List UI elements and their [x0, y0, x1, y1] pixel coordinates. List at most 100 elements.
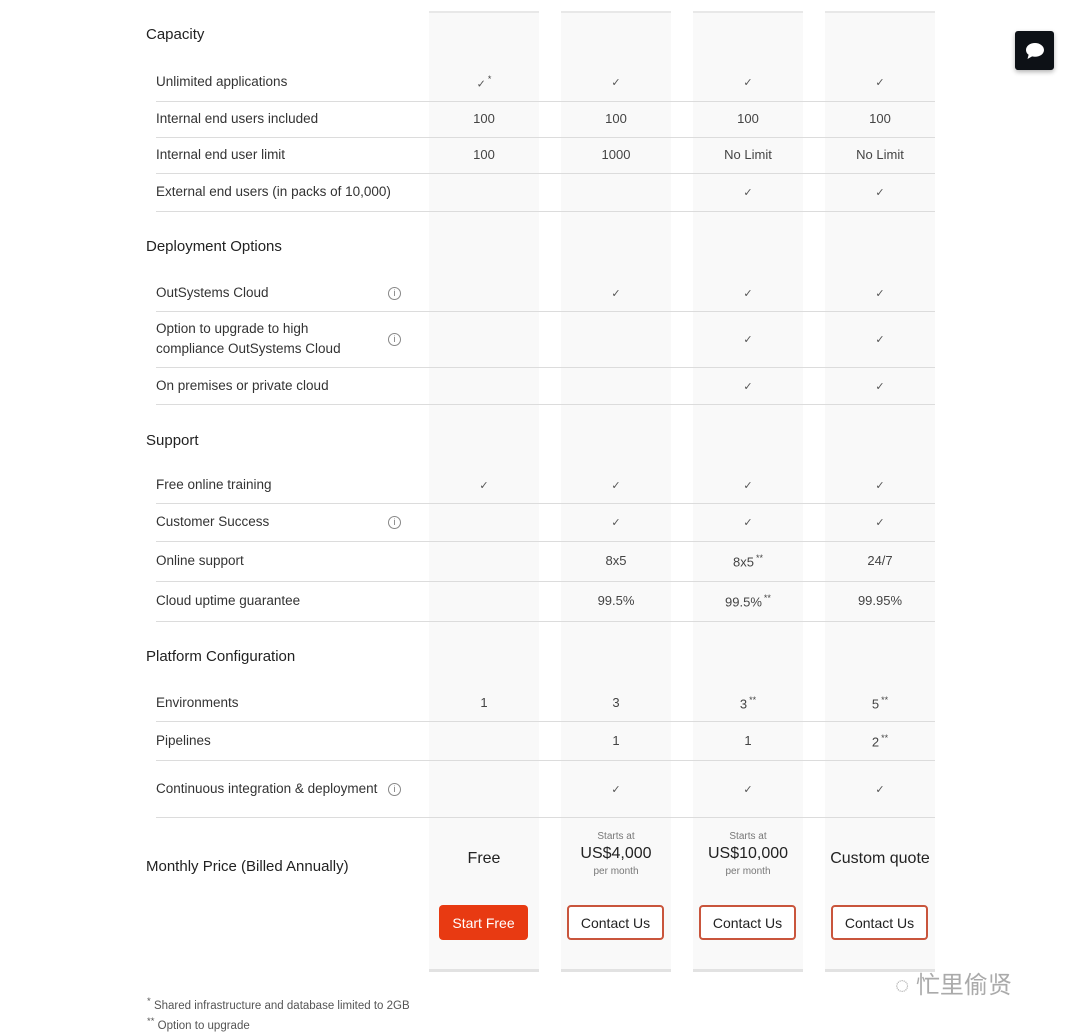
feature-label: Environments — [156, 694, 239, 710]
feature-cell: ✓ — [825, 781, 935, 796]
feature-cell: ✓ — [561, 74, 671, 89]
feature-row: Internal end user limit 100 1000 No Limit No… — [156, 137, 935, 174]
check-icon: ✓ — [875, 76, 885, 89]
feature-cell: 1 — [744, 732, 752, 748]
check-icon: ✓ — [743, 517, 753, 529]
watermark: ◌ 忙里偷贤 — [895, 972, 1012, 999]
feature-cell: ✓ — [693, 285, 803, 300]
feature-cell: 99.5% — [597, 593, 635, 608]
feature-cell: ✓ — [825, 514, 935, 529]
feature-cell: ✓ — [825, 74, 935, 89]
feature-cell: ✓ — [429, 477, 539, 492]
feature-label: External end users (in packs of 10,000) — [156, 184, 391, 199]
feature-cell: ✓ — [825, 184, 935, 199]
check-icon: ✓ — [743, 380, 753, 393]
feature-row: Internal end users included 100 100 100 100 — [156, 101, 935, 138]
info-icon[interactable]: i — [388, 333, 401, 346]
check-icon: ✓ — [875, 288, 885, 300]
feature-cell: ✓ * — [429, 74, 539, 90]
feature-cell: ✓ — [561, 285, 671, 300]
section-title: Deployment Options — [146, 238, 282, 255]
check-icon: ✓ — [611, 480, 621, 492]
feature-label: Cloud uptime guarantee — [156, 593, 301, 608]
feature-row: Option to upgrade to high compliance Out… — [156, 311, 935, 368]
chat-button[interactable] — [1015, 31, 1054, 70]
feature-row: Free online training ✓ ✓ ✓ ✓ — [156, 467, 935, 504]
feature-cell: 100 — [869, 111, 891, 126]
contact-us-button[interactable]: Contact Us — [567, 905, 664, 940]
info-icon[interactable]: i — [388, 516, 401, 529]
check-icon: ✓ — [875, 380, 885, 393]
feature-row: OutSystems Cloud i ✓ ✓ ✓ — [156, 275, 935, 312]
feature-cell: 3 ** — [739, 694, 757, 711]
check-icon: ✓ — [875, 187, 885, 199]
footnote-mark: ** — [749, 694, 757, 705]
feature-row: Unlimited applications ✓ * ✓ ✓ ✓ — [156, 62, 935, 102]
feature-cell: ✓ — [825, 378, 935, 393]
feature-cell: ✓ — [825, 285, 935, 300]
contact-us-button[interactable]: Contact Us — [831, 905, 928, 940]
feature-label: Pipelines — [156, 732, 211, 748]
feature-cell: 100 — [473, 111, 495, 126]
feature-label: On premises or private cloud — [156, 377, 329, 393]
footnote-2: ** Option to upgrade — [147, 1016, 250, 1032]
check-icon: ✓ — [611, 76, 621, 89]
price-amount: Custom quote — [830, 850, 930, 867]
feature-cell: No Limit — [724, 147, 772, 162]
feature-cell: 24/7 — [867, 553, 893, 568]
plan-price: Custom quote — [825, 847, 935, 871]
info-icon[interactable]: i — [388, 782, 401, 796]
feature-cell: ✓ — [693, 781, 803, 796]
feature-row: On premises or private cloud ✓ ✓ — [156, 367, 935, 405]
price-amount: US$10,000 — [707, 845, 789, 862]
feature-row: Online support 8x5 8x5 ** 24/7 — [156, 541, 935, 582]
start-free-button[interactable]: Start Free — [439, 905, 528, 940]
feature-cell: 1 — [480, 694, 488, 710]
price-amount: Free — [467, 850, 501, 867]
check-icon: ✓ — [743, 783, 753, 796]
section-title: Capacity — [146, 26, 205, 43]
feature-label: Internal end users included — [156, 111, 319, 126]
feature-cell: ✓ — [561, 514, 671, 529]
feature-cell: 1000 — [601, 147, 631, 162]
feature-row: Pipelines 1 1 2 ** — [156, 721, 935, 761]
feature-cell: 100 — [605, 111, 627, 126]
feature-cell: 5 ** — [871, 694, 889, 711]
feature-cell: ✓ — [825, 331, 935, 346]
feature-row: Continuous integration & deployment i ✓ ✓ ✓ — [156, 760, 935, 818]
feature-cell: 2 ** — [871, 732, 889, 749]
footnote-mark: ** — [881, 694, 889, 705]
feature-cell: 99.95% — [857, 593, 903, 608]
feature-label: Continuous integration & deployment — [156, 780, 378, 796]
feature-cell: 3 — [612, 694, 620, 710]
feature-label: Internal end user limit — [156, 147, 286, 162]
feature-cell: ✓ — [693, 184, 803, 199]
feature-cell: 99.5% ** — [725, 593, 771, 610]
feature-cell: ✓ — [561, 781, 671, 796]
feature-label: Option to upgrade to high compliance Out… — [156, 321, 341, 356]
plan-price: Starts at US$4,000 per month — [561, 831, 671, 877]
feature-cell: ✓ — [561, 477, 671, 492]
price-prefix: Starts at — [597, 831, 635, 842]
feature-cell: ✓ — [693, 477, 803, 492]
feature-cell: 1 — [612, 732, 620, 748]
footnote-mark: ** — [755, 553, 763, 563]
info-icon[interactable]: i — [388, 287, 401, 300]
section-title: Support — [146, 432, 199, 449]
check-icon: ✓ — [611, 783, 621, 796]
check-icon: ✓ — [875, 517, 885, 529]
footnote-1: * Shared infrastructure and database lim… — [147, 996, 410, 1012]
check-icon: ✓ — [743, 334, 753, 346]
feature-label: Online support — [156, 553, 244, 568]
check-icon: ✓ — [611, 288, 621, 300]
feature-label: OutSystems Cloud — [156, 285, 269, 300]
check-icon: ✓ — [875, 334, 885, 346]
feature-cell: ✓ — [693, 378, 803, 393]
contact-us-button[interactable]: Contact Us — [699, 905, 796, 940]
feature-cell: ✓ — [693, 331, 803, 346]
plan-price: Free — [429, 847, 539, 871]
check-icon: ✓ — [743, 480, 753, 492]
footnote-mark: * — [487, 73, 492, 84]
price-label: Monthly Price (Billed Annually) — [146, 858, 349, 875]
check-icon: ✓ — [743, 288, 753, 300]
